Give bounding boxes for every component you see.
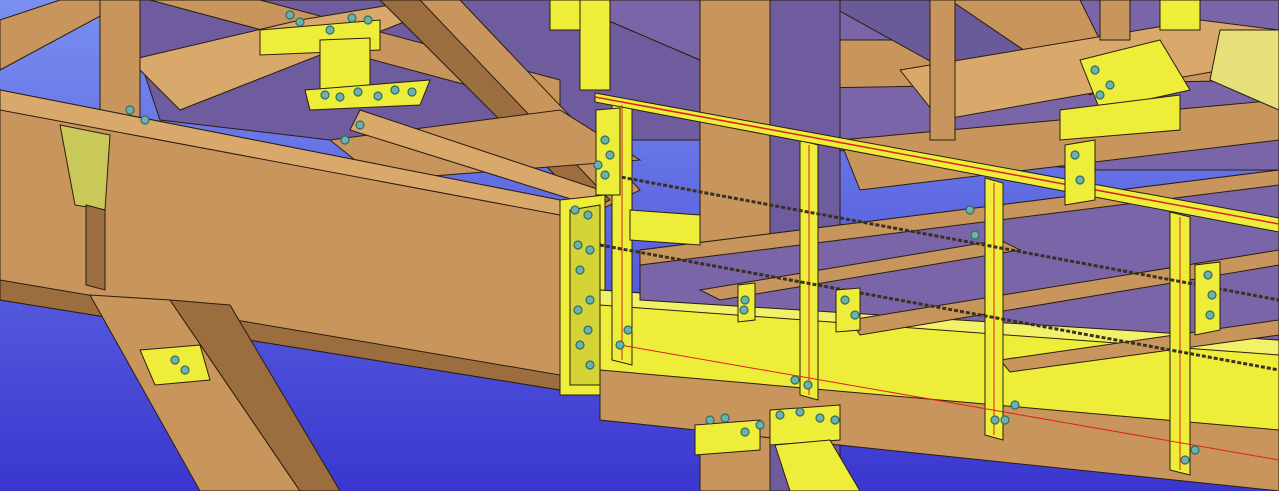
bolt-icon [1203,270,1213,280]
bolt-icon [1000,415,1010,425]
bolt-icon [373,91,383,101]
bolt-icon [740,295,750,305]
bolt-icon [1207,290,1217,300]
bolt-icon [739,305,749,315]
bolt-icon [830,415,840,425]
bolt-icon [965,205,975,215]
bolt-icon [720,413,730,423]
bolt-icon [140,115,150,125]
bolt-icon [740,427,750,437]
bolt-icon [1180,455,1190,465]
bolt-icon [775,410,785,420]
bolt-icon [585,245,595,255]
bolt-icon [1190,445,1200,455]
bolt-icon [990,415,1000,425]
bolt-icon [705,415,715,425]
bolt-icon [850,310,860,320]
bolt-icon [585,295,595,305]
bolt-icon [390,85,400,95]
model-viewport[interactable] [0,0,1279,491]
bolt-icon [583,210,593,220]
bolt-icon [1095,90,1105,100]
bolt-icon [575,265,585,275]
bolt-icon [795,407,805,417]
bolt-icon [585,360,595,370]
bolt-icon [623,325,633,335]
bolt-icon [325,25,335,35]
bolt-icon [755,420,765,430]
bolt-icon [1090,65,1100,75]
bolt-icon [605,150,615,160]
bolt-icon [1075,175,1085,185]
bolt-icon [570,205,580,215]
bolt-icon [840,295,850,305]
bolt-icon [573,240,583,250]
end-plate-connection [559,194,606,396]
bolt-icon [1105,80,1115,90]
bolt-icon [347,13,357,23]
bolt-icon [600,135,610,145]
bolt-icon [285,10,295,20]
bolt-icon [125,105,135,115]
bolt-icon [583,325,593,335]
bolt-icon [1070,150,1080,160]
bolt-icon [295,17,305,27]
bolt-icon [593,160,603,170]
bolt-icon [815,413,825,423]
bolt-icon [335,92,345,102]
bolt-icon [970,230,980,240]
bolt-icon [340,135,350,145]
bolt-icon [803,380,813,390]
bolt-icon [615,340,625,350]
bolt-icon [170,355,180,365]
bolt-icon [407,87,417,97]
bolt-icon [1010,400,1020,410]
bolt-icon [600,170,610,180]
bolt-icon [180,365,190,375]
bolt-icon [1205,310,1215,320]
steel-structure-render [0,0,1279,491]
bolt-icon [573,305,583,315]
bolt-icon [355,120,365,130]
bolt-icon [353,87,363,97]
bolt-icon [790,375,800,385]
bolt-icon [575,340,585,350]
bolt-icon [363,15,373,25]
bolt-icon [320,90,330,100]
